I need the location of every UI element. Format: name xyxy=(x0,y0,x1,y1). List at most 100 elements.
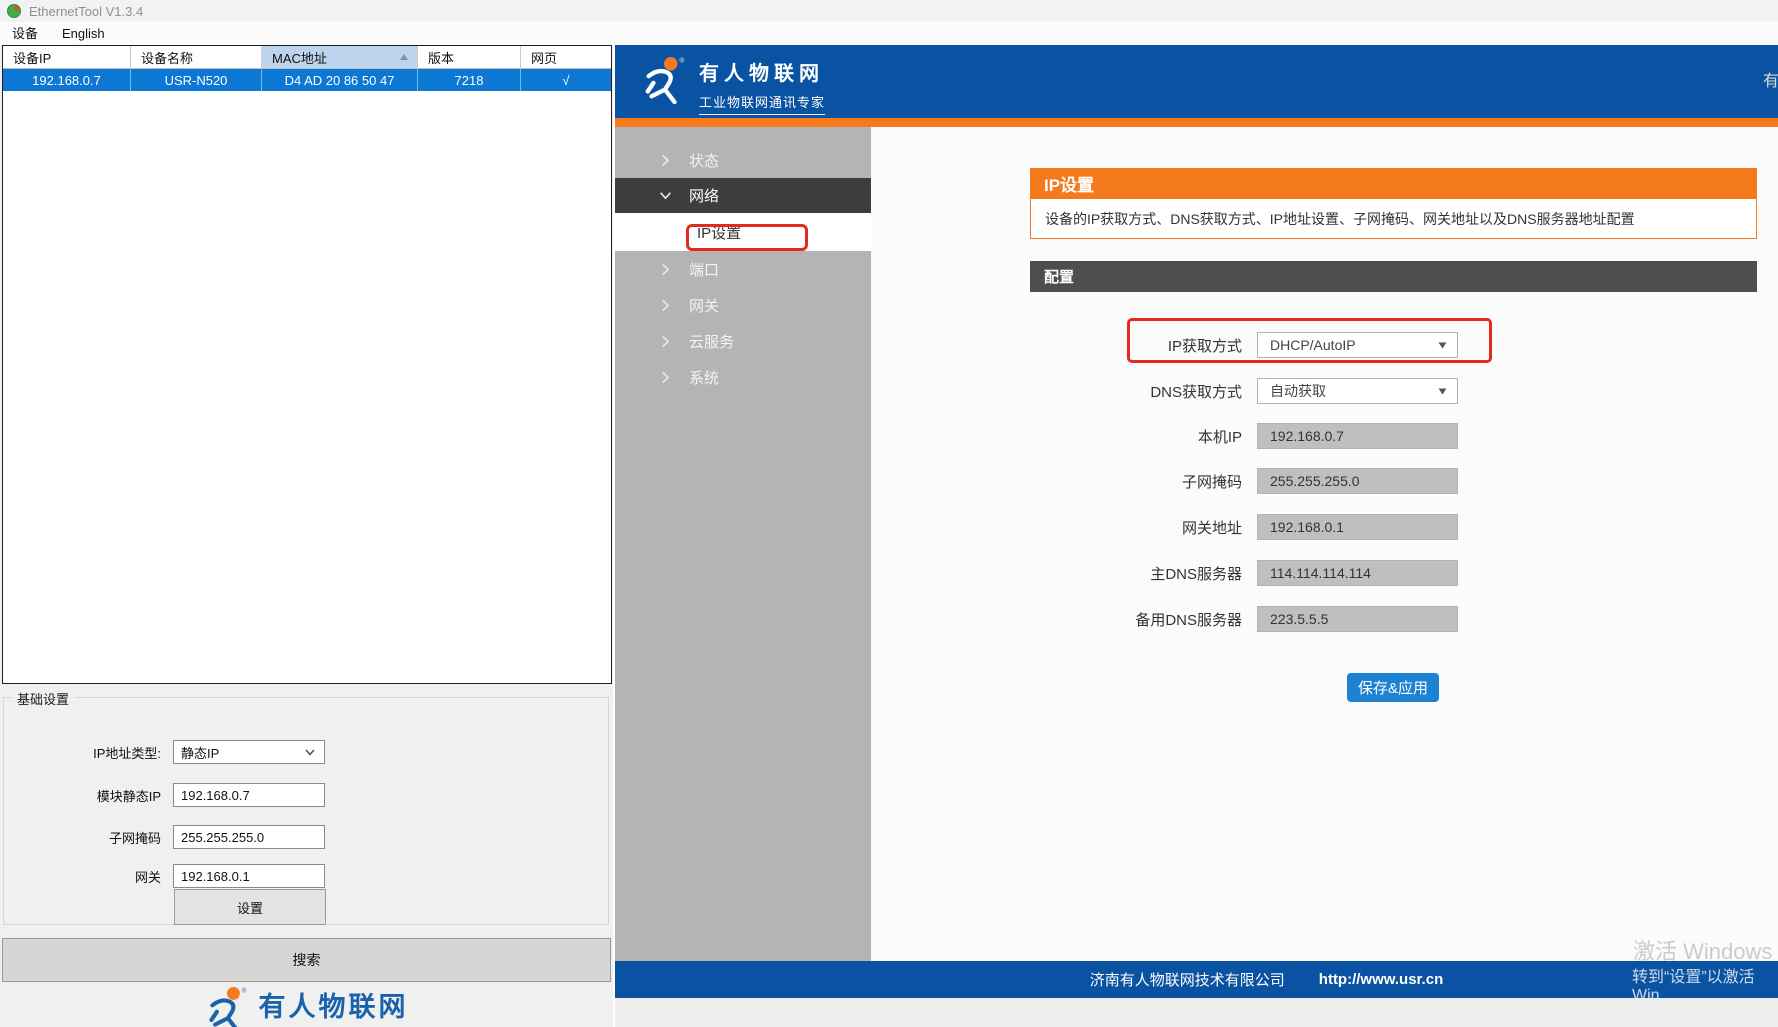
chevron-right-icon xyxy=(659,371,672,384)
activate-windows-watermark-line1: 激活 Windows xyxy=(1633,934,1772,966)
table-row[interactable]: 192.168.0.7 USR-N520 D4 AD 20 86 50 47 7… xyxy=(3,69,611,91)
sidebar-item-status[interactable]: 状态 xyxy=(615,143,871,178)
col-header-version[interactable]: 版本 xyxy=(418,46,521,68)
gateway-address-label: 网关地址 xyxy=(1045,517,1242,538)
sidebar-item-label: 端口 xyxy=(689,259,719,280)
subnet-mask-label: 子网掩码 xyxy=(4,828,161,847)
primary-dns-row: 主DNS服务器 114.114.114.114 xyxy=(1045,560,1475,586)
sidebar-item-cloud[interactable]: 云服务 xyxy=(615,323,871,359)
device-tool-panel: 设备IP 设备名称 MAC地址 版本 网页 192.168.0.7 USR-N5… xyxy=(0,45,613,1027)
ip-type-label: IP地址类型: xyxy=(4,743,161,762)
chevron-right-icon xyxy=(659,299,672,312)
svg-text:®: ® xyxy=(679,57,684,65)
sidebar-item-gateway[interactable]: 网关 xyxy=(615,287,871,323)
device-table: 设备IP 设备名称 MAC地址 版本 网页 192.168.0.7 USR-N5… xyxy=(2,45,612,684)
col-header-device-name[interactable]: 设备名称 xyxy=(131,46,262,68)
sidebar-item-label: 网络 xyxy=(689,185,719,206)
header-right-link[interactable]: 有 xyxy=(1763,67,1778,91)
menu-bar: 设备 English xyxy=(0,22,1778,45)
secondary-dns-field[interactable]: 223.5.5.5 xyxy=(1257,606,1458,632)
menu-device[interactable]: 设备 xyxy=(0,22,50,45)
basic-settings-group: 基础设置 IP地址类型: 静态IP 模块静态IP 192.168.0.7 子网掩… xyxy=(3,697,609,925)
web-brand-name: 有人物联网 xyxy=(699,57,825,86)
sort-asc-icon xyxy=(399,53,409,61)
sidebar-item-network[interactable]: 网络 xyxy=(615,178,871,213)
page-description: 设备的IP获取方式、DNS获取方式、IP地址设置、子网掩码、网关地址以及DNS服… xyxy=(1030,199,1757,239)
web-config-page: ® 有人物联网 工业物联网通讯专家 有 状态 xyxy=(615,45,1778,1027)
subnet-mask-field[interactable]: 255.255.255.0 xyxy=(1257,468,1458,494)
activate-windows-watermark-line2: 转到“设置”以激活 Win xyxy=(1632,963,1778,1005)
sidebar-item-system[interactable]: 系统 xyxy=(615,359,871,395)
sidebar-item-label: 云服务 xyxy=(689,331,734,352)
ip-mode-value: DHCP/AutoIP xyxy=(1270,337,1356,353)
ip-type-select[interactable]: 静态IP xyxy=(173,740,325,764)
save-apply-button[interactable]: 保存&应用 xyxy=(1347,673,1439,702)
subnet-mask-label: 子网掩码 xyxy=(1045,471,1242,492)
sidebar-item-label: 系统 xyxy=(689,367,719,388)
web-logo: ® 有人物联网 工业物联网通讯专家 xyxy=(641,55,825,115)
chevron-down-icon xyxy=(659,189,672,202)
ip-mode-label: IP获取方式 xyxy=(1045,335,1242,356)
secondary-dns-row: 备用DNS服务器 223.5.5.5 xyxy=(1045,606,1475,632)
dns-mode-select[interactable]: 自动获取 xyxy=(1257,378,1458,404)
svg-text:®: ® xyxy=(241,987,246,995)
ip-type-row: IP地址类型: 静态IP xyxy=(4,740,325,764)
subnet-mask-field[interactable]: 255.255.255.0 xyxy=(173,825,325,849)
ip-mode-row: IP获取方式 DHCP/AutoIP xyxy=(1045,332,1475,358)
dropdown-arrow-icon xyxy=(1438,342,1447,349)
local-ip-field[interactable]: 192.168.0.7 xyxy=(1257,423,1458,449)
sidebar-item-ip-settings[interactable]: IP设置 xyxy=(615,213,871,251)
dns-mode-row: DNS获取方式 自动获取 xyxy=(1045,378,1475,404)
chevron-right-icon xyxy=(659,154,672,167)
web-footer: 济南有人物联网技术有限公司 http://www.usr.cn xyxy=(615,961,1778,998)
window-title: EthernetTool V1.3.4 xyxy=(29,4,143,19)
local-ip-label: 本机IP xyxy=(1045,426,1242,447)
sidebar-item-label: IP设置 xyxy=(697,222,741,243)
col-header-device-ip[interactable]: 设备IP xyxy=(3,46,131,68)
chevron-right-icon xyxy=(659,263,672,276)
col-header-mac-address[interactable]: MAC地址 xyxy=(262,46,418,68)
col-header-web[interactable]: 网页 xyxy=(521,46,611,68)
web-brand-slogan: 工业物联网通讯专家 xyxy=(699,92,825,115)
gateway-address-field[interactable]: 192.168.0.1 xyxy=(1257,514,1458,540)
dropdown-arrow-icon xyxy=(1438,388,1447,395)
ip-mode-select[interactable]: DHCP/AutoIP xyxy=(1257,332,1458,358)
web-header: ® 有人物联网 工业物联网通讯专家 有 xyxy=(615,45,1778,118)
gateway-row: 网关 192.168.0.1 xyxy=(4,864,325,888)
running-man-icon: ® xyxy=(205,985,249,1027)
chevron-down-icon xyxy=(304,746,316,758)
cell-mac-address: D4 AD 20 86 50 47 xyxy=(262,69,418,91)
menu-english[interactable]: English xyxy=(50,22,117,45)
cell-device-ip: 192.168.0.7 xyxy=(3,69,131,91)
sidebar-nav: 状态 网络 IP设置 端口 网关 xyxy=(615,127,871,961)
gateway-field[interactable]: 192.168.0.1 xyxy=(173,864,325,888)
static-ip-label: 模块静态IP xyxy=(4,786,161,805)
footer-url-link[interactable]: http://www.usr.cn xyxy=(1319,971,1443,988)
cell-device-name: USR-N520 xyxy=(131,69,262,91)
dns-mode-value: 自动获取 xyxy=(1270,381,1326,401)
config-section-header: 配置 xyxy=(1030,261,1757,292)
dns-mode-label: DNS获取方式 xyxy=(1045,381,1242,402)
primary-dns-field[interactable]: 114.114.114.114 xyxy=(1257,560,1458,586)
ip-type-value: 静态IP xyxy=(181,743,219,762)
col-header-mac-label: MAC地址 xyxy=(272,48,327,67)
static-ip-row: 模块静态IP 192.168.0.7 xyxy=(4,783,325,807)
local-ip-row: 本机IP 192.168.0.7 xyxy=(1045,423,1475,449)
title-bar: EthernetTool V1.3.4 xyxy=(0,0,1778,22)
cell-web-check: √ xyxy=(521,69,611,91)
static-ip-field[interactable]: 192.168.0.7 xyxy=(173,783,325,807)
search-button[interactable]: 搜索 xyxy=(2,938,611,982)
brand-name: 有人物联网 xyxy=(259,985,409,1024)
running-man-icon: ® xyxy=(641,55,687,115)
sidebar-item-label: 状态 xyxy=(689,150,719,171)
subnet-mask-row: 子网掩码 255.255.255.0 xyxy=(4,825,325,849)
chevron-right-icon xyxy=(659,335,672,348)
footer-company: 济南有人物联网技术有限公司 xyxy=(1090,969,1285,990)
secondary-dns-label: 备用DNS服务器 xyxy=(1045,609,1242,630)
primary-dns-label: 主DNS服务器 xyxy=(1045,563,1242,584)
sidebar-item-port[interactable]: 端口 xyxy=(615,251,871,287)
gateway-address-row: 网关地址 192.168.0.1 xyxy=(1045,514,1475,540)
subnet-mask-row-web: 子网掩码 255.255.255.0 xyxy=(1045,468,1475,494)
device-table-header: 设备IP 设备名称 MAC地址 版本 网页 xyxy=(3,46,611,69)
set-button[interactable]: 设置 xyxy=(174,889,326,925)
